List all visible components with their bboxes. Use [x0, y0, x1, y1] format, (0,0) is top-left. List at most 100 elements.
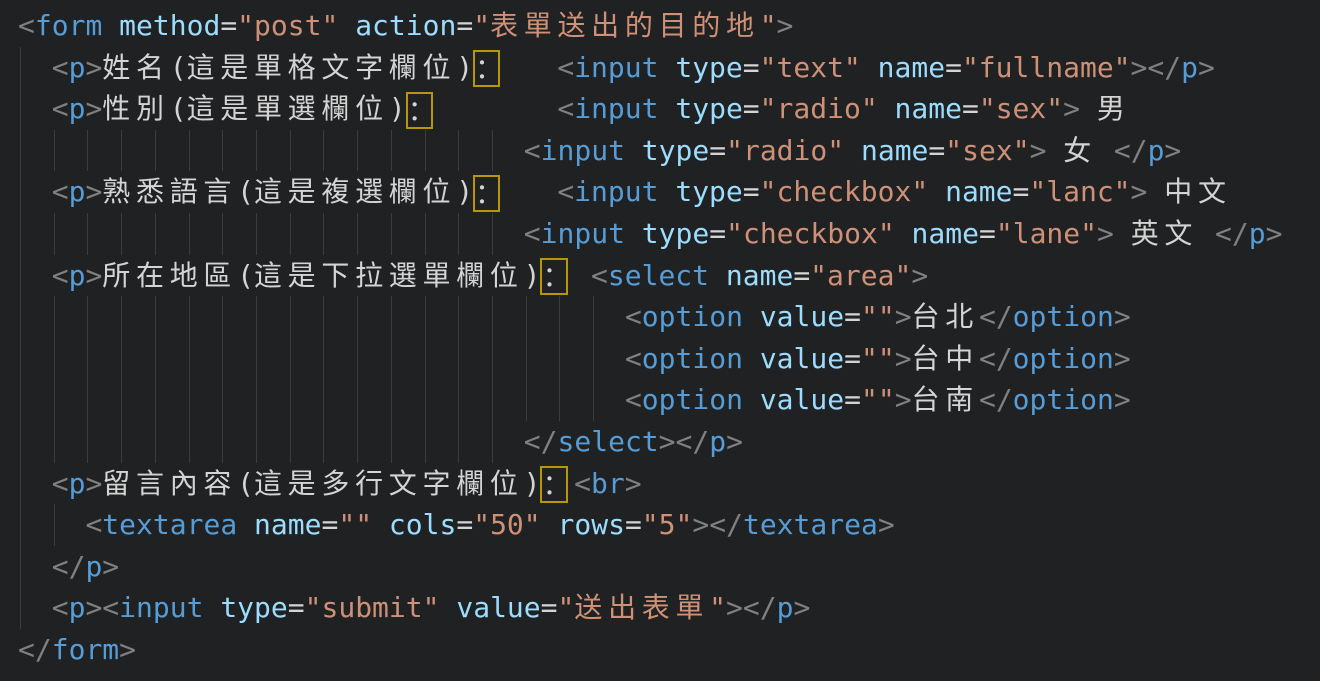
indent-guide — [222, 296, 223, 338]
indent-guide — [155, 379, 156, 421]
indent-guide — [290, 213, 291, 255]
code-token: = — [844, 383, 861, 416]
code-token: </ — [979, 300, 1013, 333]
code-token: input — [574, 175, 658, 208]
code-token: < — [524, 134, 541, 167]
code-line: <p>留言內容(這是多行文字欄位)：<br> — [18, 463, 1320, 505]
code-token: input — [119, 591, 203, 624]
code-token: input — [574, 92, 658, 125]
indent-guide — [54, 338, 55, 380]
indent-guide — [357, 213, 358, 255]
code-token: < — [85, 508, 102, 541]
code-token: < — [18, 9, 35, 42]
indent-guide — [155, 213, 156, 255]
code-token: type — [642, 217, 709, 250]
code-token — [18, 300, 625, 333]
indent-guide — [593, 379, 594, 421]
code-token: > — [85, 51, 102, 84]
code-token: p — [69, 51, 86, 84]
code-line: <textarea name="" cols="50" rows="5"></t… — [18, 504, 1320, 546]
code-line: <option value="">台中</option> — [18, 338, 1320, 380]
indent-guide — [222, 213, 223, 255]
code-token: p — [85, 550, 102, 583]
code-token: > — [1198, 51, 1215, 84]
indent-guide — [526, 379, 527, 421]
code-token: action — [355, 9, 456, 42]
code-token: < — [625, 342, 642, 375]
code-token — [658, 175, 675, 208]
code-line: <option value="">台北</option> — [18, 296, 1320, 338]
indent-guide — [323, 379, 324, 421]
code-token: 中文 — [1147, 175, 1231, 208]
code-token: </ — [1114, 134, 1148, 167]
code-token: 台北 — [912, 300, 979, 333]
code-token: = — [456, 508, 473, 541]
code-token: = — [288, 591, 305, 624]
code-token: > — [119, 633, 136, 666]
code-token: p — [1148, 134, 1165, 167]
indent-guide — [20, 338, 21, 380]
code-token: > — [1097, 217, 1114, 250]
code-line: </form> — [18, 629, 1320, 671]
indent-guide — [357, 296, 358, 338]
code-token: ></ — [726, 591, 777, 624]
code-token: p — [69, 175, 86, 208]
code-token: type — [220, 591, 287, 624]
indent-guide — [155, 338, 156, 380]
indent-guide — [87, 296, 88, 338]
code-token: < — [574, 467, 591, 500]
code-line: </p> — [18, 546, 1320, 588]
code-token: = — [844, 300, 861, 333]
indent-guide — [20, 463, 21, 505]
code-token: > — [1266, 217, 1283, 250]
unicode-highlight-colon: ： — [540, 258, 567, 295]
indent-guide — [121, 296, 122, 338]
indent-guide — [391, 296, 392, 338]
code-token — [861, 51, 878, 84]
indent-guide — [20, 88, 21, 130]
indent-guide — [256, 338, 257, 380]
code-token: 台中 — [912, 342, 979, 375]
code-token: </ — [52, 550, 86, 583]
indent-guide — [54, 213, 55, 255]
indent-guide — [323, 296, 324, 338]
code-token — [102, 9, 119, 42]
indent-guide — [458, 130, 459, 172]
code-token: = — [709, 134, 726, 167]
code-token: > — [85, 175, 102, 208]
code-token: option — [1013, 383, 1114, 416]
indent-guide — [323, 421, 324, 463]
indent-guide — [222, 379, 223, 421]
code-token: < — [52, 591, 69, 624]
code-token: < — [52, 467, 69, 500]
code-line: <input type="checkbox" name="lane"> 英文 <… — [18, 213, 1320, 255]
indent-guide — [492, 296, 493, 338]
code-token: = — [220, 9, 237, 42]
indent-guide — [54, 504, 55, 546]
indent-guide — [323, 213, 324, 255]
code-token: </ — [979, 342, 1013, 375]
code-token — [541, 508, 558, 541]
code-token: input — [541, 217, 625, 250]
indent-guide — [492, 213, 493, 255]
code-token: "radio" — [726, 134, 844, 167]
indent-guide — [526, 296, 527, 338]
code-token: > — [85, 259, 102, 292]
code-token: = — [625, 508, 642, 541]
code-token: "fullname" — [962, 51, 1131, 84]
code-token: type — [675, 92, 742, 125]
indent-guide — [425, 421, 426, 463]
indent-guide — [256, 421, 257, 463]
indent-guide — [54, 296, 55, 338]
indent-guide — [87, 213, 88, 255]
code-line: <p>性別(這是單選欄位)： <input type="radio" name=… — [18, 88, 1320, 130]
code-token: > — [102, 550, 119, 583]
code-token: "lanc" — [1029, 175, 1130, 208]
indent-guide — [559, 296, 560, 338]
code-token: name — [254, 508, 321, 541]
code-token: p — [709, 425, 726, 458]
code-token: > — [793, 591, 810, 624]
indent-guide — [121, 421, 122, 463]
code-token: "" — [338, 508, 372, 541]
code-editor[interactable]: <form method="post" action="表單送出的目的地"> <… — [0, 0, 1320, 681]
